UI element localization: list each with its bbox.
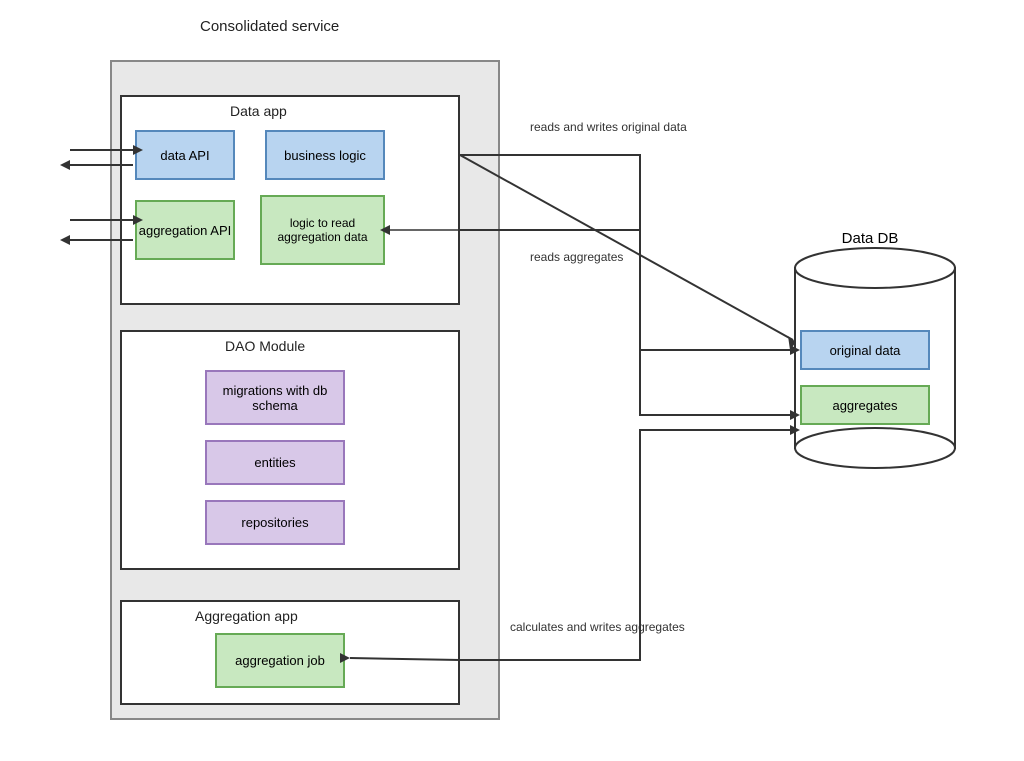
architecture-diagram: Consolidated service Data app data API b…	[0, 0, 1024, 761]
migrations-label: migrations with db schema	[207, 383, 343, 413]
data-api-label: data API	[160, 148, 209, 163]
data-api-box: data API	[135, 130, 235, 180]
dao-module-label: DAO Module	[225, 338, 305, 354]
migrations-box: migrations with db schema	[205, 370, 345, 425]
reads-writes-label: reads and writes original data	[530, 120, 687, 134]
business-logic-label: business logic	[284, 148, 366, 163]
logic-read-label: logic to read aggregation data	[262, 216, 383, 244]
business-logic-box: business logic	[265, 130, 385, 180]
original-data-label: original data	[830, 343, 901, 358]
entities-box: entities	[205, 440, 345, 485]
data-db-label: Data DB	[790, 230, 950, 247]
data-app-label: Data app	[230, 103, 287, 119]
logic-read-box: logic to read aggregation data	[260, 195, 385, 265]
original-data-box: original data	[800, 330, 930, 370]
repositories-label: repositories	[241, 515, 308, 530]
reads-aggregates-label: reads aggregates	[530, 250, 623, 264]
aggregation-api-box: aggregation API	[135, 200, 235, 260]
aggregates-label: aggregates	[832, 398, 897, 413]
calculates-writes-label: calculates and writes aggregates	[510, 620, 685, 634]
aggregation-app-label: Aggregation app	[195, 608, 298, 624]
aggregation-job-label: aggregation job	[235, 653, 325, 668]
consolidated-service-label: Consolidated service	[200, 18, 339, 35]
repositories-box: repositories	[205, 500, 345, 545]
aggregates-box: aggregates	[800, 385, 930, 425]
entities-label: entities	[254, 455, 295, 470]
aggregation-job-box: aggregation job	[215, 633, 345, 688]
aggregation-api-label: aggregation API	[139, 223, 232, 238]
